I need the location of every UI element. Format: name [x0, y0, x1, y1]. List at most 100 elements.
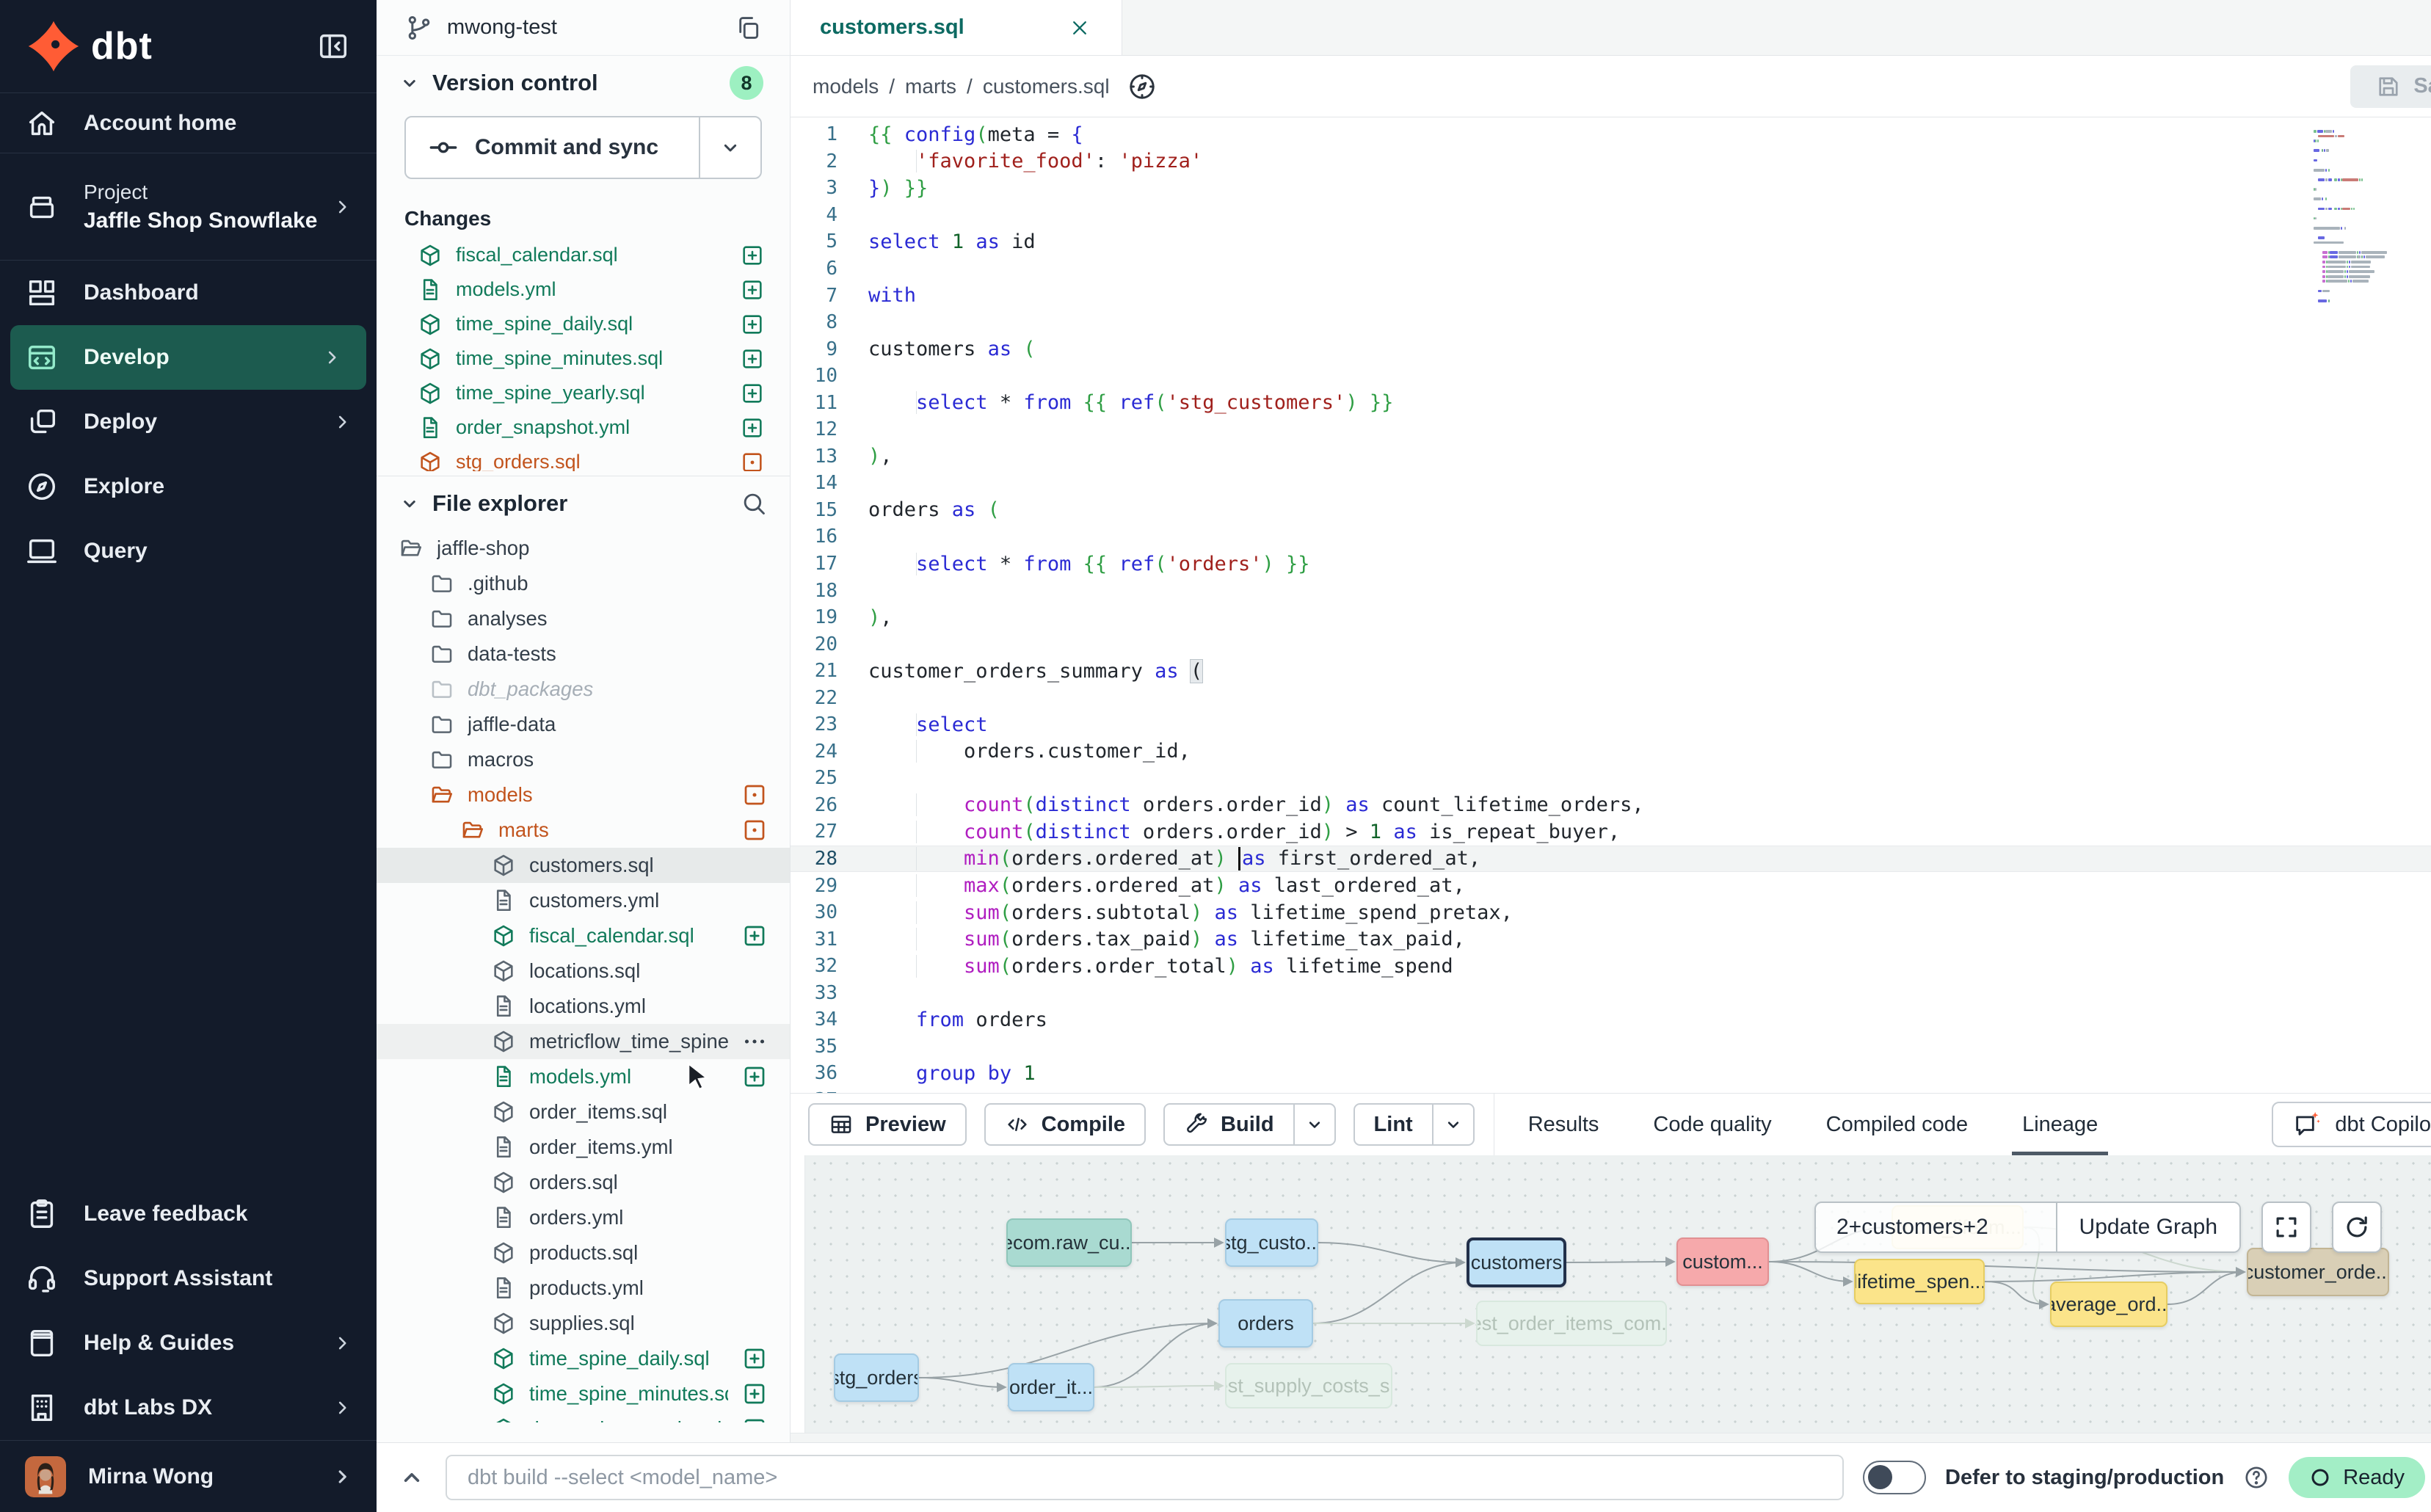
code-line-3[interactable]: 3}) }} [791, 175, 2431, 202]
tree-item-models-yml[interactable]: models.yml [377, 1059, 790, 1094]
lineage-node-t_order_items[interactable]: test_order_items_com... [1476, 1301, 1667, 1346]
code-line-17[interactable]: 17 select * from {{ ref('orders') }} [791, 550, 2431, 578]
code-line-29[interactable]: 29 max(orders.ordered_at) as last_ordere… [791, 872, 2431, 899]
tree-item-order-items-yml[interactable]: order_items.yml [377, 1130, 790, 1165]
tree-item-products-yml[interactable]: products.yml [377, 1271, 790, 1306]
sidebar-item-dashboard[interactable]: Dashboard [0, 261, 377, 325]
sidebar-item-support-assistant[interactable]: Support Assistant [0, 1246, 377, 1311]
tab-customers-sql[interactable]: customers.sql [791, 0, 1122, 55]
tree-item-orders-yml[interactable]: orders.yml [377, 1200, 790, 1235]
lineage-graph[interactable]: ecom.raw_cu...stg_custo...ordersstg_orde… [791, 1155, 2431, 1442]
tab-results[interactable]: Results [1524, 1094, 1604, 1155]
sidebar-item-leave-feedback[interactable]: Leave feedback [0, 1182, 377, 1246]
tree-item-dbt-packages[interactable]: dbt_packages [377, 672, 790, 707]
code-line-26[interactable]: 26 count(distinct orders.order_id) as co… [791, 792, 2431, 819]
fullscreen-button[interactable] [2261, 1202, 2311, 1253]
user-menu[interactable]: Mirna Wong [0, 1440, 377, 1512]
tree-item-data-tests[interactable]: data-tests [377, 636, 790, 672]
tree-item-analyses[interactable]: analyses [377, 601, 790, 636]
tree-item-fiscal-calendar-sql[interactable]: fiscal_calendar.sql [377, 918, 790, 953]
sidebar-item-dbt-labs-dx[interactable]: dbt Labs DX [0, 1375, 377, 1440]
tree-item-products-sql[interactable]: products.sql [377, 1235, 790, 1271]
command-input[interactable] [446, 1455, 1844, 1500]
code-line-12[interactable]: 12 [791, 416, 2431, 443]
code-line-21[interactable]: 21customer_orders_summary as ( [791, 658, 2431, 685]
code-line-22[interactable]: 22 [791, 684, 2431, 711]
tab-code-quality[interactable]: Code quality [1649, 1094, 1776, 1155]
tree-item-order-items-sql[interactable]: order_items.sql [377, 1094, 790, 1130]
change-row[interactable]: stg_orders.sql [377, 445, 790, 471]
code-line-24[interactable]: 24 orders.customer_id, [791, 738, 2431, 766]
tab-compiled-code[interactable]: Compiled code [1822, 1094, 1972, 1155]
lineage-selector-input[interactable]: 2+customers+2 Update Graph [1814, 1202, 2241, 1253]
stage-plus-icon[interactable] [740, 312, 765, 337]
code-line-5[interactable]: 5select 1 as id [791, 228, 2431, 255]
tab-lineage[interactable]: Lineage [2018, 1094, 2102, 1155]
lineage-node-custom_pink[interactable]: custom... [1676, 1237, 1769, 1286]
code-line-33[interactable]: 33 [791, 980, 2431, 1007]
stage-plus-icon[interactable] [741, 923, 768, 949]
sidebar-item-account-home[interactable]: Account home [0, 93, 377, 153]
sidebar-item-project[interactable]: ProjectJaffle Shop Snowflake [0, 153, 377, 261]
sidebar-item-explore[interactable]: Explore [0, 454, 377, 519]
code-line-2[interactable]: 2 'favorite_food': 'pizza' [791, 148, 2431, 175]
code-line-10[interactable]: 10 [791, 363, 2431, 390]
code-line-1[interactable]: 1{{ config(meta = { [791, 121, 2431, 148]
lineage-selector-value[interactable]: 2+customers+2 [1816, 1215, 2056, 1240]
preview-button[interactable]: Preview [808, 1103, 967, 1146]
stage-plus-icon[interactable] [740, 415, 765, 440]
lineage-node-stg_customers[interactable]: stg_custo... [1225, 1218, 1318, 1267]
code-line-36[interactable]: 36 group by 1 [791, 1060, 2431, 1087]
change-row[interactable]: time_spine_daily.sql [377, 307, 790, 341]
row-menu-icon[interactable] [741, 1028, 768, 1055]
tree-item-time-spine-yearly-sql[interactable]: time_spine_yearly.sql [377, 1411, 790, 1422]
code-line-8[interactable]: 8 [791, 309, 2431, 336]
copy-icon[interactable] [734, 14, 762, 42]
save-button[interactable]: Save [2350, 65, 2431, 108]
code-line-34[interactable]: 34 from orders [791, 1006, 2431, 1033]
tree-item-locations-yml[interactable]: locations.yml [377, 989, 790, 1024]
change-row[interactable]: time_spine_yearly.sql [377, 376, 790, 410]
code-line-6[interactable]: 6 [791, 255, 2431, 283]
help-icon[interactable] [2243, 1464, 2270, 1491]
modified-icon[interactable] [741, 782, 768, 808]
refresh-button[interactable] [2332, 1202, 2382, 1253]
change-row[interactable]: order_snapshot.yml [377, 410, 790, 445]
tree-item--github[interactable]: .github [377, 566, 790, 601]
stage-plus-icon[interactable] [740, 381, 765, 406]
lineage-node-order_items[interactable]: order_it... [1008, 1363, 1094, 1411]
sidebar-item-query[interactable]: Query [0, 519, 377, 584]
stage-plus-icon[interactable] [740, 243, 765, 268]
code-line-18[interactable]: 18 [791, 577, 2431, 604]
modified-icon[interactable] [740, 450, 765, 472]
expand-panel-chevron[interactable] [397, 1463, 426, 1492]
code-line-20[interactable]: 20 [791, 630, 2431, 658]
code-line-32[interactable]: 32 sum(orders.order_total) as lifetime_s… [791, 953, 2431, 980]
defer-toggle[interactable] [1863, 1461, 1926, 1494]
tree-item-models[interactable]: models [377, 777, 790, 813]
stage-plus-icon[interactable] [741, 1381, 768, 1407]
stage-plus-icon[interactable] [741, 1416, 768, 1422]
tree-item-customers-sql[interactable]: customers.sql [377, 848, 790, 883]
sidebar-item-help-guides[interactable]: Help & Guides [0, 1311, 377, 1375]
code-line-14[interactable]: 14 [791, 470, 2431, 497]
lint-options-chevron[interactable] [1432, 1105, 1473, 1144]
breadcrumb-models[interactable]: models [813, 75, 879, 98]
code-line-19[interactable]: 19), [791, 604, 2431, 631]
version-control-header[interactable]: Version control 8 [377, 56, 790, 110]
lineage-node-customers[interactable]: customers [1467, 1237, 1566, 1287]
commit-options-chevron[interactable] [699, 117, 760, 178]
build-button[interactable]: Build [1163, 1103, 1336, 1146]
lineage-node-average_order[interactable]: average_ord... [2050, 1282, 2167, 1327]
code-line-25[interactable]: 25 [791, 765, 2431, 792]
change-row[interactable]: time_spine_minutes.sql [377, 341, 790, 376]
lineage-node-lifetime_spend[interactable]: lifetime_spen... [1854, 1259, 1985, 1304]
minimap[interactable] [2314, 129, 2431, 308]
stage-plus-icon[interactable] [741, 1345, 768, 1372]
code-line-37[interactable]: 37 [791, 1087, 2431, 1093]
collapse-sidebar-icon[interactable] [316, 29, 350, 63]
code-line-11[interactable]: 11 select * from {{ ref('stg_customers')… [791, 389, 2431, 416]
tree-item-jaffle-shop[interactable]: jaffle-shop [377, 531, 790, 566]
close-icon[interactable] [1067, 15, 1092, 40]
code-line-28[interactable]: 28 min(orders.ordered_at) as first_order… [791, 846, 2431, 873]
